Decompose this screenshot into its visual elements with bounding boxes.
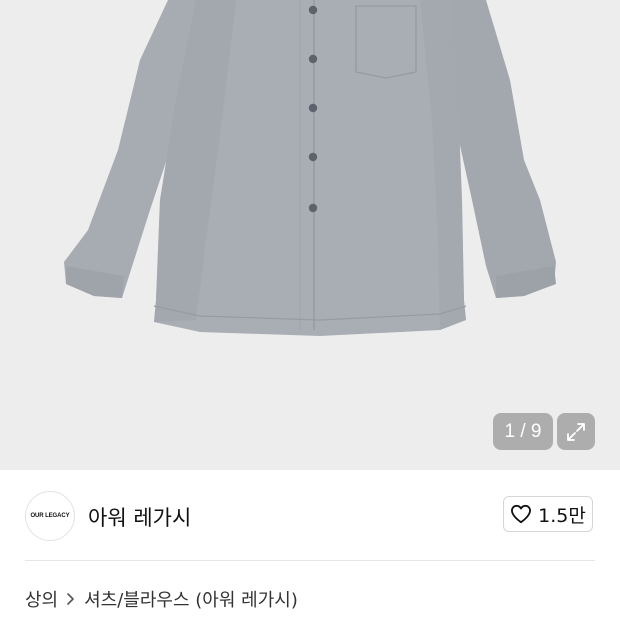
chevron-right-icon: [66, 592, 76, 606]
product-photo: [64, 0, 556, 336]
product-image-gallery[interactable]: 1 / 9: [0, 0, 620, 470]
heart-outline-icon: [511, 504, 532, 524]
breadcrumb-item-subcategory[interactable]: 셔츠/블라우스 (아워 레가시): [84, 586, 298, 612]
expand-icon: [567, 422, 585, 441]
image-counter: 1 / 9: [493, 413, 553, 450]
brand-logo[interactable]: OUR LEGACY: [25, 491, 75, 541]
brand-row: OUR LEGACY 아워 레가시 1.5만: [0, 470, 620, 560]
brand-logo-text: OUR LEGACY: [30, 513, 70, 519]
like-button[interactable]: 1.5만: [503, 496, 593, 532]
brand-name[interactable]: 아워 레가시: [88, 502, 191, 532]
breadcrumb: 상의 셔츠/블라우스 (아워 레가시): [25, 586, 298, 612]
breadcrumb-item-category[interactable]: 상의: [25, 586, 58, 612]
like-count: 1.5만: [538, 504, 586, 527]
expand-button[interactable]: [557, 413, 595, 450]
divider: [25, 560, 595, 561]
